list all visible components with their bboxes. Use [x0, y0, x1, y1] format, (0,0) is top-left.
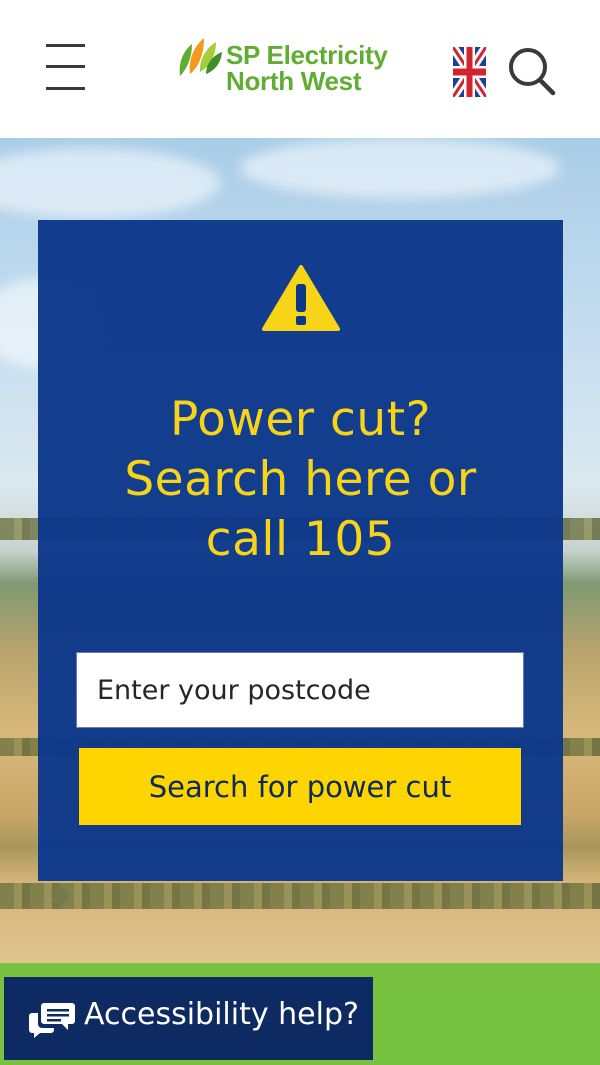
search-button[interactable]: [506, 46, 556, 96]
headline-line: call 105: [205, 512, 396, 567]
headline-line: Search here or: [124, 452, 477, 507]
warning-triangle-icon: [262, 265, 340, 331]
postcode-input[interactable]: [76, 652, 524, 728]
menu-bar: [46, 87, 85, 90]
cloud: [0, 148, 220, 218]
cloud: [240, 138, 560, 198]
language-flag-button[interactable]: [449, 44, 490, 100]
headline-line: Power cut?: [169, 392, 432, 447]
site-header: SP Electricity North West: [0, 0, 600, 138]
leaf-logo-icon: [179, 38, 222, 76]
accessibility-help-label: Accessibility help?: [84, 997, 359, 1032]
power-cut-headline: Power cut? Search here or call 105: [38, 390, 563, 570]
menu-bar: [46, 65, 85, 68]
search-icon: [509, 48, 556, 96]
tree-line: [0, 883, 600, 909]
accessibility-help-button[interactable]: Accessibility help?: [4, 977, 373, 1060]
search-power-cut-button[interactable]: Search for power cut: [79, 748, 521, 825]
menu-button[interactable]: [46, 44, 86, 92]
chat-bubbles-icon: [29, 1003, 75, 1038]
logo-text-line2: North West: [226, 66, 362, 96]
brand-logo[interactable]: SP Electricity North West: [176, 36, 406, 96]
uk-flag-icon: [449, 44, 490, 100]
menu-bar: [46, 44, 85, 47]
